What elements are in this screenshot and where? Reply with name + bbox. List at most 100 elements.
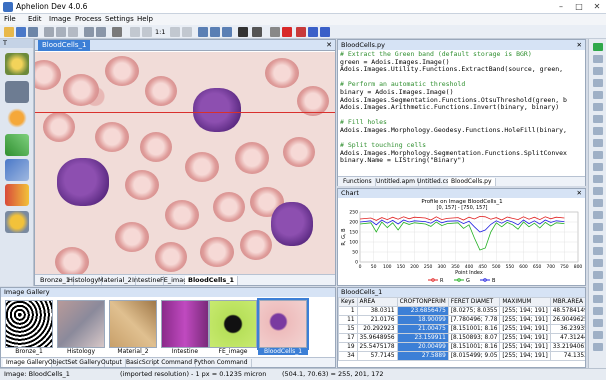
tool-icon[interactable]: [593, 223, 603, 231]
menu-image[interactable]: Image: [49, 15, 71, 23]
thumb-fe-image[interactable]: [209, 300, 257, 348]
thumb-histology[interactable]: [57, 300, 105, 348]
tool-icon[interactable]: [593, 271, 603, 279]
tool-icon[interactable]: [593, 319, 603, 327]
pan-icon[interactable]: [142, 27, 152, 37]
histogram-icon[interactable]: [296, 27, 306, 37]
redo-icon[interactable]: [96, 27, 106, 37]
tool-icon[interactable]: [593, 151, 603, 159]
close-button[interactable]: ✕: [588, 1, 606, 13]
column-header[interactable]: Keys: [338, 297, 358, 307]
tool-icon[interactable]: [593, 115, 603, 123]
column-header[interactable]: FERET DIAMET: [447, 297, 501, 307]
column-header[interactable]: MBR.AREA: [549, 297, 585, 307]
tool-icon[interactable]: [593, 307, 603, 315]
line-tool-icon[interactable]: [252, 27, 262, 37]
table-row[interactable]: 1 38.0311 23.6856475 [8.0275; 8.0355 [255; 1…: [338, 306, 585, 316]
tile-icon[interactable]: [222, 27, 232, 37]
chart-window-header: Chart ✕: [338, 189, 585, 198]
tool-icon[interactable]: [593, 259, 603, 267]
tab-functions[interactable]: Functions: [340, 178, 376, 186]
table-row[interactable]: 11 21.0176 18.90099 [7.780496; 7.78 [255; 19…: [338, 315, 585, 325]
fit-window-icon[interactable]: [198, 27, 208, 37]
thumb-intestine[interactable]: [161, 300, 209, 348]
open-folder-icon[interactable]: [4, 27, 14, 37]
delete-icon[interactable]: [282, 27, 292, 37]
tool-icon[interactable]: [593, 283, 603, 291]
code-editor[interactable]: # Extract the Green band (default storag…: [340, 51, 584, 175]
tool-icon[interactable]: [593, 163, 603, 171]
minimize-button[interactable]: –: [552, 1, 570, 13]
profile-line[interactable]: [35, 112, 335, 113]
chart-tool-icon[interactable]: [270, 27, 280, 37]
pen-tool-icon[interactable]: [5, 134, 29, 156]
tab-untitled-apm[interactable]: Untitled.apm: [373, 178, 419, 186]
close-icon[interactable]: ✕: [577, 189, 582, 198]
stop-icon[interactable]: [593, 67, 603, 75]
tool-icon[interactable]: [593, 175, 603, 183]
thumb-bronze-1[interactable]: [5, 300, 53, 348]
paste-icon[interactable]: [68, 27, 78, 37]
table-row[interactable]: 15 20.292923 21.00475 [8.151001; 8.16 [255; …: [338, 324, 585, 334]
tool-icon[interactable]: [593, 331, 603, 339]
column-header[interactable]: AREA: [356, 297, 398, 307]
tool-icon[interactable]: [593, 103, 603, 111]
statistics-icon[interactable]: [320, 27, 330, 37]
zoom-1-1-button[interactable]: 1:1: [155, 28, 165, 36]
table-row[interactable]: 34 57.7145 27.5889 [8.015499; 9.05 [255; 194…: [338, 351, 585, 361]
tool-icon[interactable]: [593, 127, 603, 135]
tool-icon[interactable]: [593, 343, 603, 351]
save-all-icon[interactable]: [28, 27, 38, 37]
table-row[interactable]: 17 35.9648956 23.159911 [8.150893; 8.07 [255…: [338, 333, 585, 343]
table-row[interactable]: 19 25.5475178 20.00499 [8.151001; 8.16 [255;…: [338, 342, 585, 352]
tool-icon[interactable]: [593, 139, 603, 147]
zoom-in-icon[interactable]: [170, 27, 180, 37]
tool-icon[interactable]: [593, 211, 603, 219]
run-icon[interactable]: [593, 43, 603, 51]
image-canvas[interactable]: [35, 52, 335, 274]
thumb-bloodcells-1[interactable]: [257, 298, 309, 350]
tab-bloodcells-1[interactable]: BloodCells_1: [185, 276, 239, 285]
menu-process[interactable]: Process: [75, 15, 102, 23]
tool-icon[interactable]: [593, 91, 603, 99]
tool-icon[interactable]: [593, 247, 603, 255]
objects-tool-icon[interactable]: [5, 107, 29, 129]
tab-basicscript-command[interactable]: BasicScript Command: [123, 359, 197, 367]
tool-icon[interactable]: [593, 79, 603, 87]
thumb-material-2[interactable]: [109, 300, 157, 348]
copy-icon[interactable]: [56, 27, 66, 37]
menu-settings[interactable]: Settings: [105, 15, 134, 23]
filter-tool-icon[interactable]: [5, 81, 29, 103]
zoom-fit-icon[interactable]: [182, 27, 192, 37]
column-header[interactable]: CROFTONPERIM: [396, 297, 449, 307]
tab-python-command[interactable]: Python Command: [191, 359, 252, 367]
tool-icon[interactable]: [593, 295, 603, 303]
tab-bloodcells-py[interactable]: BloodCells.py: [448, 178, 496, 186]
profile-icon[interactable]: [308, 27, 318, 37]
tab-objectset-gallery[interactable]: ObjectSet Gallery: [45, 359, 105, 367]
undo-icon[interactable]: [84, 27, 94, 37]
menu-edit[interactable]: Edit: [28, 15, 42, 23]
tab-output[interactable]: Output: [98, 359, 126, 367]
cut-icon[interactable]: [44, 27, 54, 37]
ruler-icon[interactable]: [112, 27, 122, 37]
save-icon[interactable]: [16, 27, 26, 37]
measure-tool-icon[interactable]: [5, 159, 29, 181]
close-icon[interactable]: ✕: [326, 40, 332, 51]
menu-file[interactable]: File: [4, 15, 16, 23]
maximize-button[interactable]: □: [570, 1, 588, 13]
chart-tool-icon[interactable]: [5, 184, 29, 206]
split-view-icon[interactable]: [210, 27, 220, 37]
tool-icon[interactable]: [593, 235, 603, 243]
close-icon[interactable]: ✕: [577, 40, 582, 50]
profile-chart[interactable]: Profile on Image BloodCells_1[0, 157] - …: [338, 198, 585, 286]
image-tool-icon[interactable]: [5, 53, 29, 75]
step-icon[interactable]: [593, 55, 603, 63]
tool-icon[interactable]: [593, 199, 603, 207]
tool-icon[interactable]: [593, 187, 603, 195]
pointer-icon[interactable]: [238, 27, 248, 37]
column-header[interactable]: MAXIMUM: [499, 297, 551, 307]
settings-tool-icon[interactable]: [5, 211, 29, 233]
zoom-out-icon[interactable]: [130, 27, 140, 37]
menu-help[interactable]: Help: [137, 15, 153, 23]
